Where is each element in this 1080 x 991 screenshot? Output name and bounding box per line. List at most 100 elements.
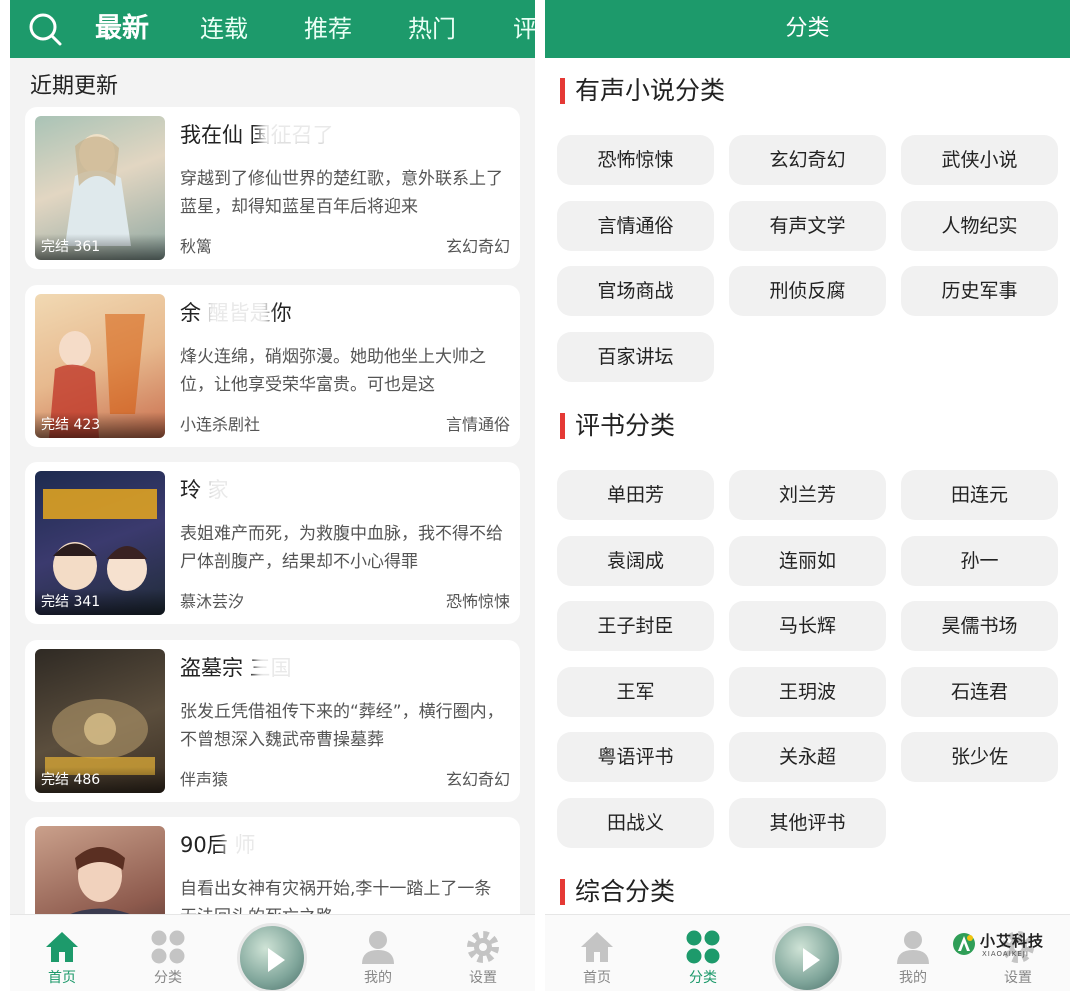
category-chip[interactable]: 官场商战 bbox=[557, 266, 714, 316]
home-icon bbox=[581, 932, 613, 962]
tab-hot[interactable]: 热门 bbox=[408, 0, 456, 58]
nav-home[interactable]: 首页 bbox=[557, 915, 637, 991]
player-button[interactable] bbox=[237, 923, 307, 991]
book-author: 小连杀剧社 bbox=[180, 415, 261, 434]
category-chip[interactable]: 袁阔成 bbox=[557, 536, 714, 586]
book-cover: 完结 341 bbox=[35, 471, 165, 615]
bottom-nav: 首页 分类 我的 设置 bbox=[10, 914, 535, 991]
nav-label: 我的 bbox=[364, 970, 392, 986]
book-author: 伴声猿 bbox=[180, 770, 229, 789]
category-chip[interactable]: 粤语评书 bbox=[557, 732, 714, 782]
nav-settings[interactable]: 设置 bbox=[443, 915, 523, 991]
category-chip[interactable]: 王军 bbox=[557, 667, 714, 717]
nav-home[interactable]: 首页 bbox=[22, 915, 102, 991]
category-chip[interactable]: 王玥波 bbox=[729, 667, 886, 717]
home-screen: 最新 连载 推荐 热门 评 近期更新 完结 361 我在仙 国征召了 穿越到了修… bbox=[10, 0, 535, 991]
category-chip[interactable]: 有声文学 bbox=[729, 201, 886, 251]
book-category: 恐怖惊悚 bbox=[445, 592, 510, 611]
redaction-blur bbox=[205, 470, 285, 508]
tab-recommended[interactable]: 推荐 bbox=[304, 0, 352, 58]
book-cover: 完结 361 bbox=[35, 116, 165, 260]
book-card[interactable]: 完结 486 盗墓宗 三国 张发丘凭借祖传下来的“葬经”，横行圈内，不曾想深入魏… bbox=[25, 640, 520, 802]
top-title-bar: 分类 bbox=[545, 0, 1070, 58]
group-accent-bar bbox=[560, 413, 565, 439]
top-tab-bar: 最新 连载 推荐 热门 评 bbox=[10, 0, 535, 58]
tab-serializing[interactable]: 连载 bbox=[200, 0, 248, 58]
nav-label: 分类 bbox=[154, 970, 182, 986]
category-chip[interactable]: 关永超 bbox=[729, 732, 886, 782]
group-title: 综合分类 bbox=[575, 877, 676, 906]
cover-illustration bbox=[63, 847, 137, 927]
category-chip[interactable]: 刘兰芳 bbox=[729, 470, 886, 520]
nav-mine[interactable]: 我的 bbox=[873, 915, 953, 991]
category-chip[interactable]: 王子封臣 bbox=[557, 601, 714, 651]
player-button[interactable] bbox=[772, 923, 842, 991]
cover-badge: 完结 486 bbox=[35, 767, 165, 793]
book-cover: 完结 486 bbox=[35, 649, 165, 793]
nav-label: 设置 bbox=[469, 970, 497, 986]
gear-icon bbox=[467, 931, 499, 963]
watermark: 小艾科技 XIAOAIKEJI bbox=[952, 930, 1072, 960]
nav-category[interactable]: 分类 bbox=[663, 915, 743, 991]
page-title: 分类 bbox=[785, 16, 830, 41]
group-title: 有声小说分类 bbox=[575, 76, 726, 105]
group-accent-bar bbox=[560, 879, 565, 905]
category-chip[interactable]: 刑侦反腐 bbox=[729, 266, 886, 316]
book-category: 玄幻奇幻 bbox=[445, 237, 510, 256]
category-chip[interactable]: 石连君 bbox=[901, 667, 1058, 717]
tab-more[interactable]: 评 bbox=[513, 0, 535, 58]
category-chip[interactable]: 张少佐 bbox=[901, 732, 1058, 782]
nav-label: 设置 bbox=[1004, 970, 1032, 986]
category-chip[interactable]: 马长辉 bbox=[729, 601, 886, 651]
watermark-sub: XIAOAIKEJI bbox=[982, 950, 1029, 958]
category-chip[interactable]: 连丽如 bbox=[729, 536, 886, 586]
grid-icon bbox=[151, 930, 185, 964]
book-desc: 张发丘凭借祖传下来的“葬经”，横行圈内，不曾想深入魏武帝曹操墓葬 bbox=[180, 702, 504, 750]
cover-badge: 完结 423 bbox=[35, 412, 165, 438]
user-icon bbox=[897, 931, 929, 964]
category-chip[interactable]: 单田芳 bbox=[557, 470, 714, 520]
category-screen: 分类 有声小说分类 恐怖惊悚 玄幻奇幻 武侠小说 言情通俗 有声文学 人物纪实 … bbox=[545, 0, 1070, 991]
book-card[interactable]: 完结 361 我在仙 国征召了 穿越到了修仙世界的楚红歌，意外联系上了蓝星，却得… bbox=[25, 107, 520, 269]
nav-mine[interactable]: 我的 bbox=[338, 915, 418, 991]
category-chip[interactable]: 孙一 bbox=[901, 536, 1058, 586]
user-icon bbox=[362, 931, 394, 964]
nav-label: 首页 bbox=[48, 970, 76, 986]
cover-badge: 完结 341 bbox=[35, 589, 165, 615]
home-icon bbox=[46, 932, 78, 962]
category-chip[interactable]: 昊儒书场 bbox=[901, 601, 1058, 651]
category-chip[interactable]: 人物纪实 bbox=[901, 201, 1058, 251]
category-chip[interactable]: 历史军事 bbox=[901, 266, 1058, 316]
category-chip[interactable]: 田连元 bbox=[901, 470, 1058, 520]
category-chip[interactable]: 百家讲坛 bbox=[557, 332, 714, 382]
book-desc: 表姐难产而死，为救腹中血脉，我不得不给尸体剖腹产，结果却不小心得罪 bbox=[180, 524, 503, 572]
book-card[interactable]: 完结 341 玲 家 表姐难产而死，为救腹中血脉，我不得不给尸体剖腹产，结果却不… bbox=[25, 462, 520, 624]
book-card[interactable]: 90后 师 自看出女神有灾祸开始,李十一踏上了一条无法回头的死亡之路 bbox=[25, 817, 520, 927]
tab-latest[interactable]: 最新 bbox=[95, 0, 149, 58]
category-chip[interactable]: 武侠小说 bbox=[901, 135, 1058, 185]
category-chip[interactable]: 田战义 bbox=[557, 798, 714, 848]
book-cover bbox=[35, 826, 165, 927]
app-root: 最新 连载 推荐 热门 评 近期更新 完结 361 我在仙 国征召了 穿越到了修… bbox=[0, 0, 1080, 991]
watermark-name: 小艾科技 bbox=[980, 932, 1045, 950]
book-desc: 穿越到了修仙世界的楚红歌，意外联系上了蓝星，却得知蓝星百年后将迎来 bbox=[180, 169, 503, 217]
book-category: 玄幻奇幻 bbox=[445, 770, 510, 789]
book-category: 言情通俗 bbox=[445, 415, 510, 434]
book-author: 慕沐芸汐 bbox=[180, 592, 245, 611]
grid-icon bbox=[686, 930, 720, 964]
group-accent-bar bbox=[560, 78, 565, 104]
book-cover: 完结 423 bbox=[35, 294, 165, 438]
nav-category[interactable]: 分类 bbox=[128, 915, 208, 991]
category-chip[interactable]: 言情通俗 bbox=[557, 201, 714, 251]
category-chip[interactable]: 恐怖惊悚 bbox=[557, 135, 714, 185]
category-chip[interactable]: 其他评书 bbox=[729, 798, 886, 848]
book-card[interactable]: 完结 423 余 醒皆是你 烽火连绵，硝烟弥漫。她助他坐上大帅之位，让他享受荣华… bbox=[25, 285, 520, 447]
play-icon bbox=[268, 948, 285, 972]
section-title: 近期更新 bbox=[30, 74, 119, 99]
category-chip[interactable]: 玄幻奇幻 bbox=[729, 135, 886, 185]
book-author: 秋篱 bbox=[180, 237, 213, 256]
group-title: 评书分类 bbox=[575, 411, 676, 440]
book-title: 盗墓宗 三国 bbox=[180, 656, 292, 680]
redaction-blur bbox=[260, 115, 380, 149]
search-icon[interactable] bbox=[28, 12, 62, 46]
